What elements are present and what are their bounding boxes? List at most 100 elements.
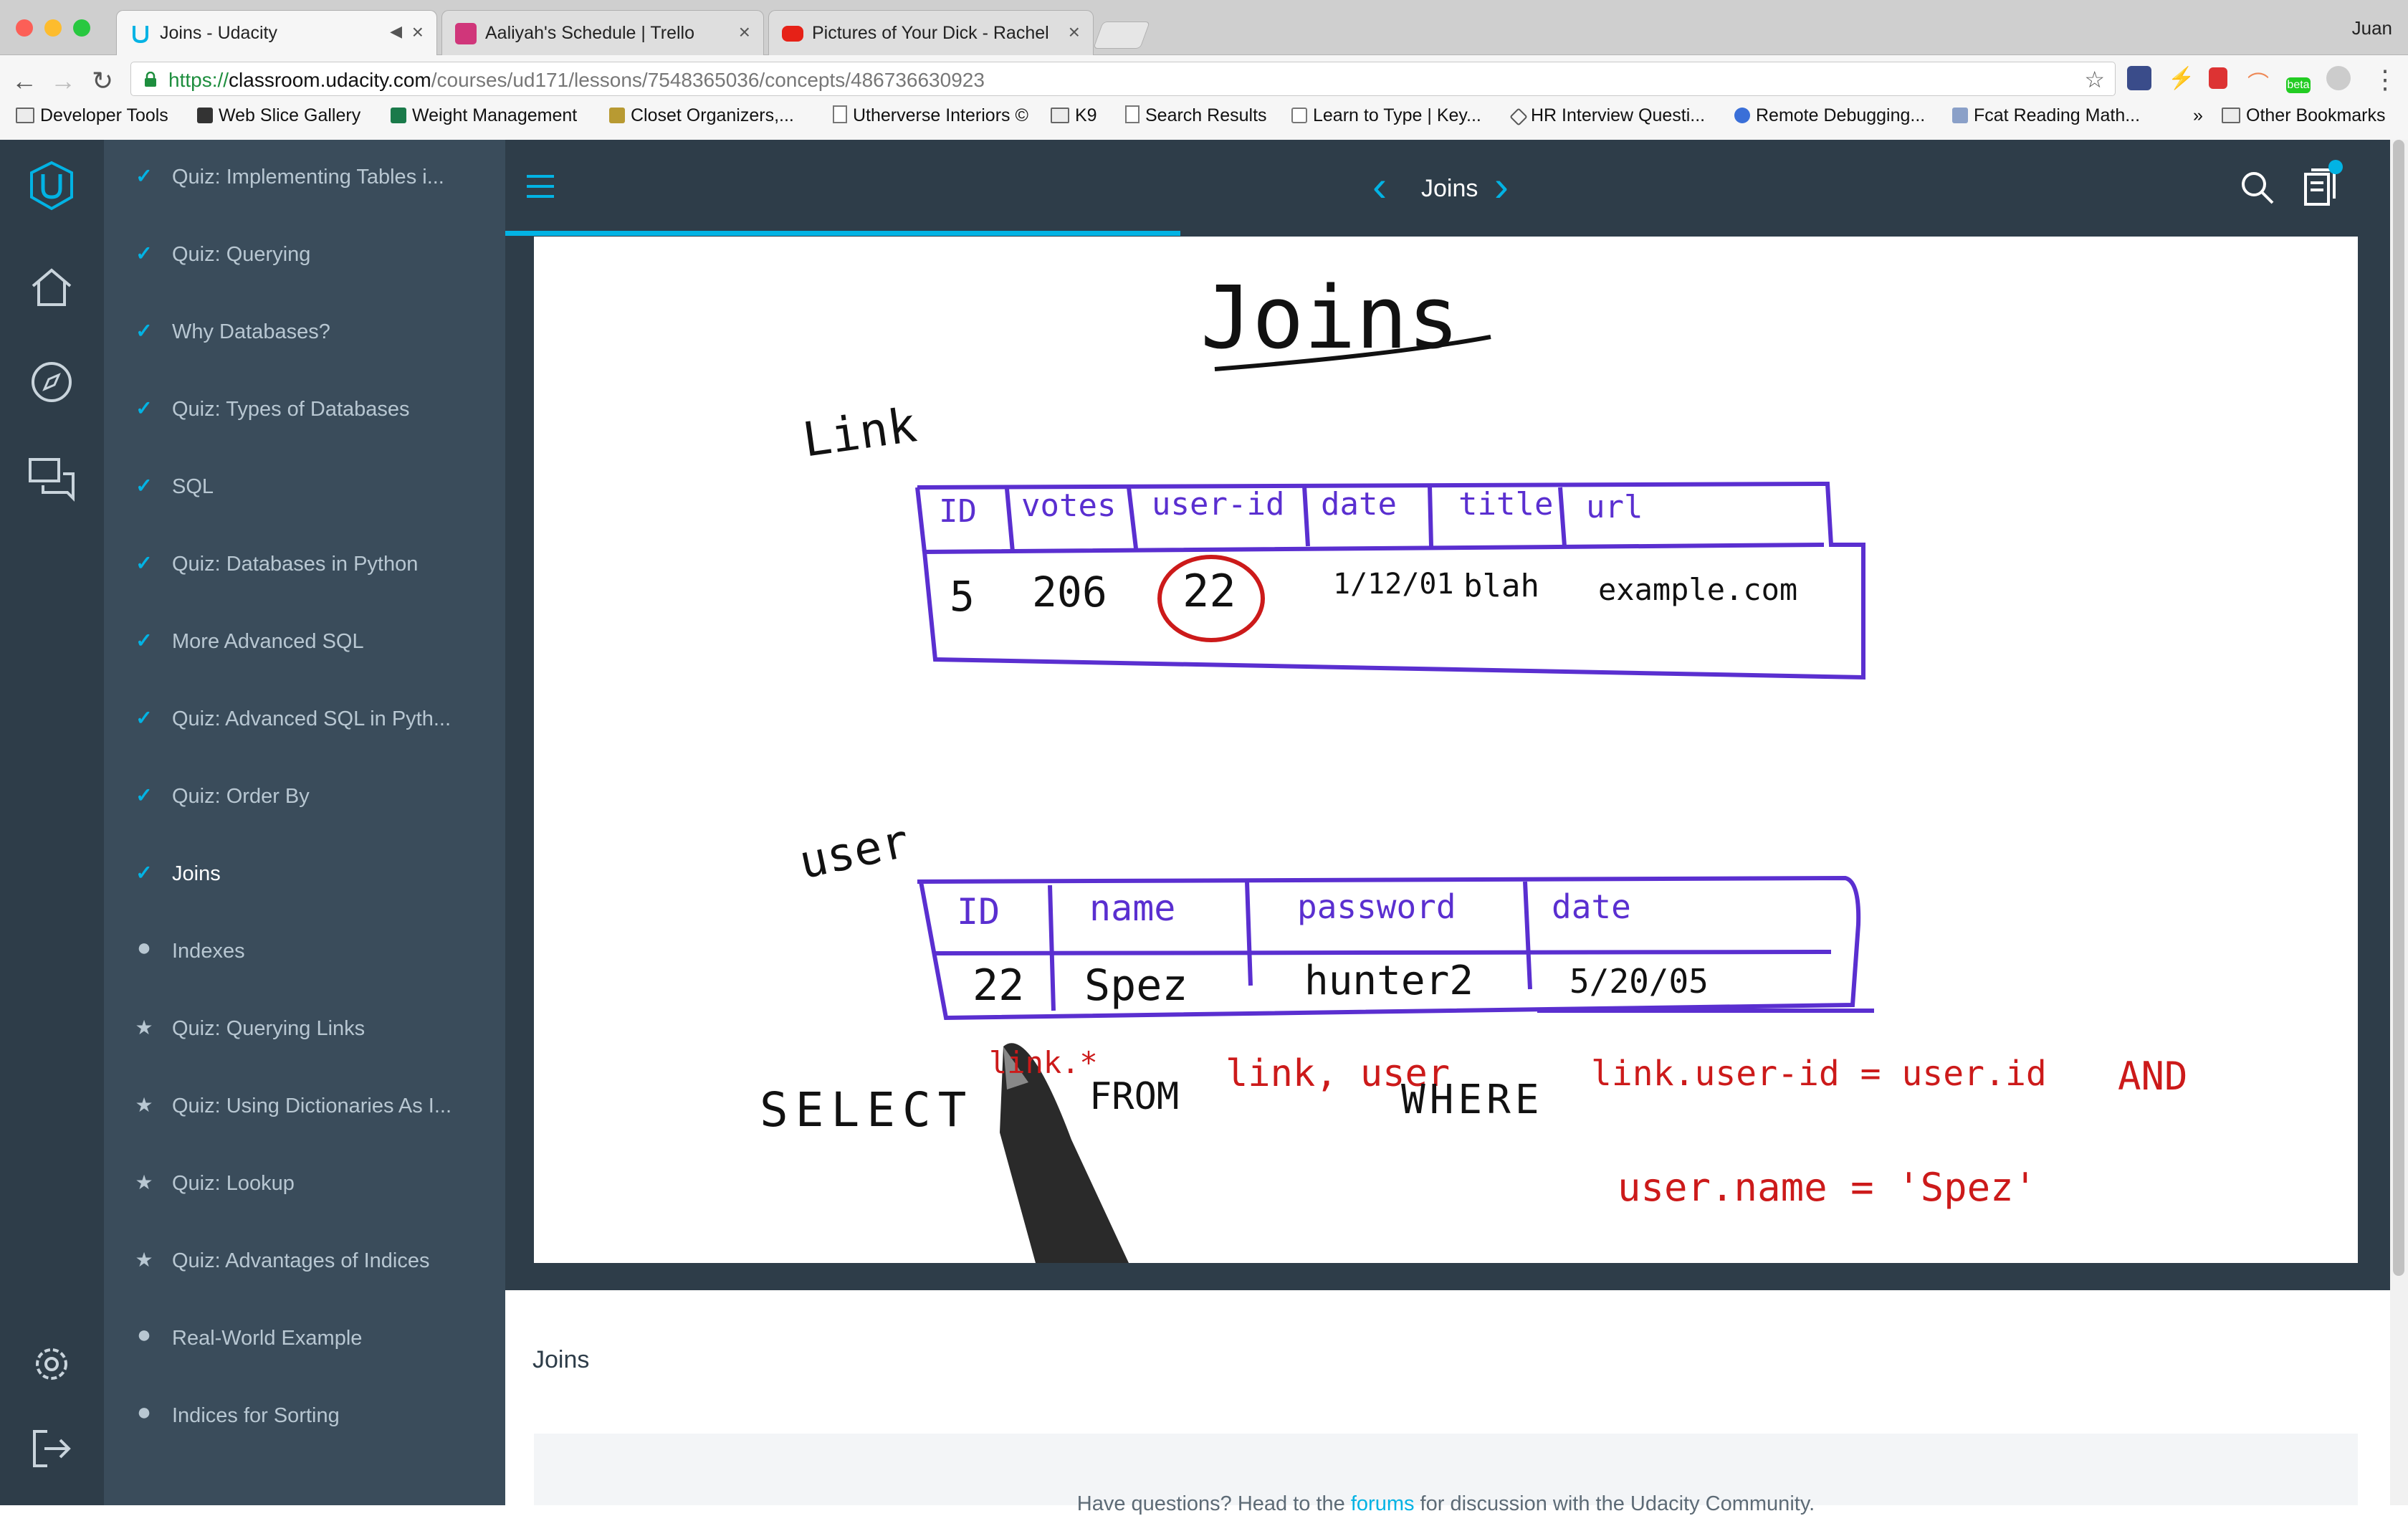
sql-condition: user.name = 'Spez' [1618, 1165, 2037, 1210]
menu-dots-icon[interactable]: ⋮ [2372, 65, 2398, 95]
tab-youtube[interactable]: Pictures of Your Dick - Rachel × [768, 10, 1094, 55]
bookmark-item[interactable]: Web Slice Gallery [197, 105, 360, 126]
check-icon: ✓ [135, 707, 153, 729]
extension-icon[interactable]: ⚡ [2168, 66, 2194, 90]
bookmark-item[interactable]: Closet Organizers,... [609, 105, 794, 126]
chevron-right-icon[interactable]: › [1494, 161, 1509, 211]
lesson-item[interactable]: ✓ Quiz: Order By [104, 759, 505, 836]
lesson-item[interactable]: ● Real-World Example [104, 1301, 505, 1378]
dot-icon: ● [136, 1321, 152, 1348]
table-cell: Spez [1084, 960, 1188, 1011]
bookmark-item[interactable]: HR Interview Questi... [1509, 105, 1705, 126]
lesson-label: Quiz: Querying [172, 243, 311, 266]
lesson-item[interactable]: ★ Quiz: Querying Links [104, 991, 505, 1069]
lesson-item[interactable]: ● Indices for Sorting [104, 1378, 505, 1456]
bookmark-item[interactable]: Weight Management [391, 105, 577, 126]
check-icon: ✓ [135, 629, 153, 652]
back-icon[interactable]: ← [11, 66, 37, 96]
close-tab-icon[interactable]: × [739, 21, 750, 44]
lesson-title: Joins [1421, 175, 1478, 202]
tab-udacity[interactable]: Joins - Udacity ◀︎ × [116, 10, 437, 56]
bookmark-item[interactable]: Fcat Reading Math... [1952, 105, 2140, 126]
lesson-label: Joins [172, 862, 221, 885]
lesson-progress-bar [505, 231, 1180, 236]
lesson-item[interactable]: ✓ More Advanced SQL [104, 604, 505, 682]
table-cell: 5 [950, 572, 975, 621]
close-window-button[interactable] [16, 19, 33, 37]
lesson-item[interactable]: ✓ Quiz: Advanced SQL in Pyth... [104, 682, 505, 759]
lesson-item[interactable]: ✓ Quiz: Databases in Python [104, 527, 505, 604]
extension-icon[interactable] [2127, 66, 2151, 90]
lesson-item[interactable]: ✓ Why Databases? [104, 295, 505, 372]
page-icon [1125, 105, 1140, 123]
logout-icon[interactable] [26, 1423, 77, 1474]
lesson-item[interactable]: ✓ Quiz: Types of Databases [104, 372, 505, 449]
other-bookmarks[interactable]: Other Bookmarks [2222, 105, 2386, 126]
forum-text: Have questions? Head to the forums for d… [1076, 1492, 1815, 1515]
lesson-label: Why Databases? [172, 320, 330, 343]
extension-icon[interactable] [2209, 67, 2227, 89]
lesson-topbar: ‹ Joins › [505, 140, 2390, 237]
tab-trello[interactable]: Aaliyah's Schedule | Trello × [441, 10, 764, 55]
page-scrollbar[interactable] [2390, 140, 2408, 1505]
profile-name[interactable]: Juan [2352, 17, 2392, 39]
lesson-label: Real-World Example [172, 1327, 363, 1350]
home-icon[interactable] [26, 262, 77, 313]
close-tab-icon[interactable]: × [1069, 21, 1080, 44]
lesson-label: Indexes [172, 940, 245, 963]
lesson-item[interactable]: ★ Quiz: Advantages of Indices [104, 1224, 505, 1301]
forums-link[interactable]: forums [1351, 1492, 1415, 1515]
bookmark-item[interactable]: Utherverse Interiors © [833, 105, 1028, 126]
forward-icon[interactable]: → [50, 66, 76, 96]
star-icon: ★ [135, 1094, 153, 1116]
star-icon: ★ [135, 1171, 153, 1193]
trello-icon [455, 23, 477, 44]
chat-icon[interactable] [26, 452, 77, 504]
speaker-icon[interactable]: ◀︎ [390, 22, 402, 41]
bookmark-item[interactable]: K9 [1051, 105, 1097, 126]
lesson-label: Quiz: Databases in Python [172, 553, 419, 576]
favicon [609, 108, 625, 123]
extension-icon[interactable]: ⌒ [2247, 66, 2272, 96]
page-scrollbar-thumb[interactable] [2393, 140, 2404, 1276]
compass-icon[interactable] [26, 356, 77, 408]
lesson-item[interactable]: ● Indexes [104, 914, 505, 991]
video-player[interactable]: Joins Link ID votes user-id date title u… [534, 237, 2358, 1263]
lesson-item[interactable]: ★ Quiz: Using Dictionaries As I... [104, 1069, 505, 1146]
sql-and-keyword: AND [2118, 1054, 2188, 1099]
search-icon[interactable] [2240, 170, 2275, 206]
lesson-label: Quiz: Using Dictionaries As I... [172, 1095, 452, 1117]
extension-icon[interactable] [2326, 66, 2351, 90]
bookmark-item[interactable]: Developer Tools [16, 105, 168, 126]
hamburger-menu-icon[interactable] [525, 174, 555, 199]
youtube-icon [782, 26, 803, 42]
lesson-item[interactable]: ✓ SQL [104, 449, 505, 527]
maximize-window-button[interactable] [73, 19, 90, 37]
lesson-item[interactable]: ✓ Quiz: Implementing Tables i... [104, 140, 505, 217]
settings-icon[interactable] [26, 1338, 77, 1390]
udacity-logo-icon[interactable] [26, 160, 77, 211]
minimize-window-button[interactable] [44, 19, 62, 37]
close-tab-icon[interactable]: × [412, 21, 424, 44]
check-icon: ✓ [135, 784, 153, 806]
lesson-item[interactable]: ✓ Quiz: Querying [104, 217, 505, 295]
app-rail [0, 140, 104, 1505]
bookmark-item[interactable]: Remote Debugging... [1734, 105, 1925, 126]
bookmark-item[interactable]: Search Results [1125, 105, 1267, 126]
page-icon [833, 105, 847, 123]
reload-icon[interactable]: ↻ [92, 66, 113, 96]
bookmark-item[interactable]: Learn to Type | Key... [1291, 105, 1481, 126]
new-tab-button[interactable] [1093, 22, 1150, 49]
bookmarks-overflow[interactable]: » [2193, 105, 2203, 126]
table-header: date [1321, 486, 1397, 523]
table-cell: example.com [1598, 572, 1798, 607]
lesson-item[interactable]: ★ Quiz: Lookup [104, 1146, 505, 1224]
lesson-item-current[interactable]: ✓ Joins [104, 836, 505, 914]
udacity-icon [133, 26, 148, 44]
address-bar[interactable]: https://classroom.udacity.com/courses/ud… [130, 62, 2116, 96]
bookmark-star-icon[interactable]: ☆ [2084, 66, 2105, 93]
chevron-left-icon[interactable]: ‹ [1372, 161, 1387, 211]
extension-badge[interactable]: beta [2286, 77, 2311, 93]
tab-title: Aaliyah's Schedule | Trello [485, 23, 694, 43]
concept-title: Joins [532, 1346, 590, 1373]
